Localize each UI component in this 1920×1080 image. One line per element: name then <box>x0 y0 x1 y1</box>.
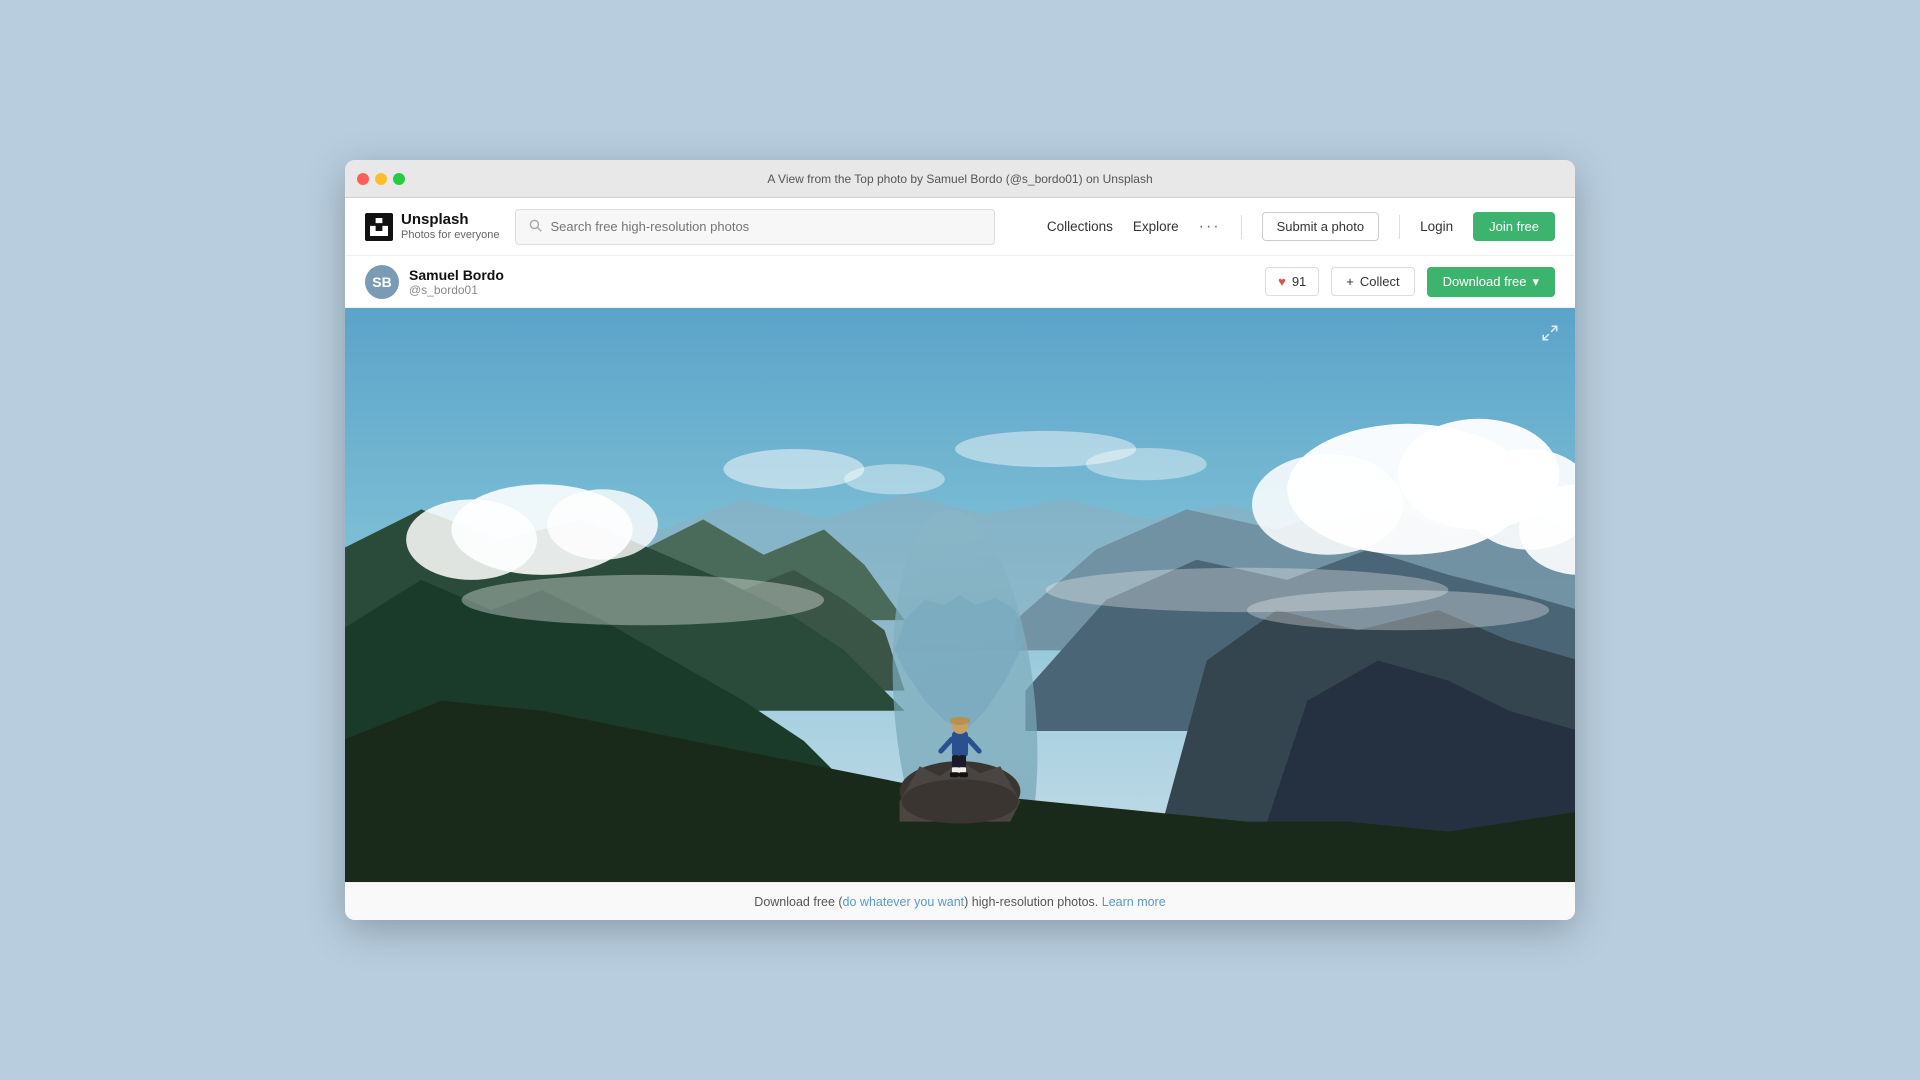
logo-name: Unsplash <box>401 212 499 229</box>
download-label: Download free <box>1443 274 1527 289</box>
photographer-handle: @s_bordo01 <box>409 283 504 297</box>
explore-link[interactable]: Explore <box>1133 219 1179 234</box>
avatar: SB <box>365 265 399 299</box>
photo-bar: SB Samuel Bordo @s_bordo01 ♥ 91 + Collec… <box>345 256 1575 308</box>
chevron-down-icon: ▾ <box>1532 274 1539 290</box>
scene-illustration <box>345 308 1575 882</box>
nav-divider-2 <box>1399 215 1400 239</box>
footer-text-middle: ) high-resolution photos. <box>964 895 1098 909</box>
collect-label: Collect <box>1360 274 1400 289</box>
nav-divider <box>1241 215 1242 239</box>
like-count: 91 <box>1292 274 1306 289</box>
logo-text: Unsplash Photos for everyone <box>401 212 499 241</box>
logo-svg <box>370 218 388 236</box>
learn-more-link[interactable]: Learn more <box>1102 895 1166 909</box>
browser-window: A View from the Top photo by Samuel Bord… <box>345 160 1575 920</box>
page-title: A View from the Top photo by Samuel Bord… <box>767 172 1152 186</box>
search-input[interactable] <box>550 219 982 234</box>
minimize-button[interactable] <box>375 173 387 185</box>
login-button[interactable]: Login <box>1420 219 1453 234</box>
submit-photo-button[interactable]: Submit a photo <box>1262 212 1379 241</box>
photo-container <box>345 308 1575 882</box>
expand-icon[interactable] <box>1539 322 1561 344</box>
footer-link-license[interactable]: do whatever you want <box>843 895 965 909</box>
photographer-info[interactable]: SB Samuel Bordo @s_bordo01 <box>365 265 504 299</box>
like-button[interactable]: ♥ 91 <box>1265 267 1319 296</box>
logo-area[interactable]: Unsplash Photos for everyone <box>365 212 499 241</box>
footer-text-before: Download free ( <box>754 895 842 909</box>
more-menu[interactable]: ··· <box>1199 218 1221 236</box>
download-button[interactable]: Download free ▾ <box>1427 267 1555 297</box>
footer-banner: Download free (do whatever you want) hig… <box>345 882 1575 920</box>
photo-background <box>345 308 1575 882</box>
maximize-button[interactable] <box>393 173 405 185</box>
join-free-button[interactable]: Join free <box>1473 212 1555 241</box>
search-bar[interactable] <box>515 209 995 245</box>
nav-bar: Unsplash Photos for everyone Collections… <box>345 198 1575 256</box>
unsplash-logo-icon <box>365 213 393 241</box>
photographer-name: Samuel Bordo <box>409 267 504 283</box>
nav-links: Collections Explore ··· Submit a photo L… <box>1047 212 1555 241</box>
collect-button[interactable]: + Collect <box>1331 267 1414 296</box>
photo-actions: ♥ 91 + Collect Download free ▾ <box>1265 267 1555 297</box>
title-bar: A View from the Top photo by Samuel Bord… <box>345 160 1575 198</box>
logo-tagline: Photos for everyone <box>401 229 499 241</box>
photographer-details: Samuel Bordo @s_bordo01 <box>409 267 504 297</box>
plus-icon: + <box>1346 274 1354 289</box>
traffic-lights <box>357 173 405 185</box>
close-button[interactable] <box>357 173 369 185</box>
search-icon <box>528 218 542 235</box>
heart-icon: ♥ <box>1278 274 1286 289</box>
collections-link[interactable]: Collections <box>1047 219 1113 234</box>
